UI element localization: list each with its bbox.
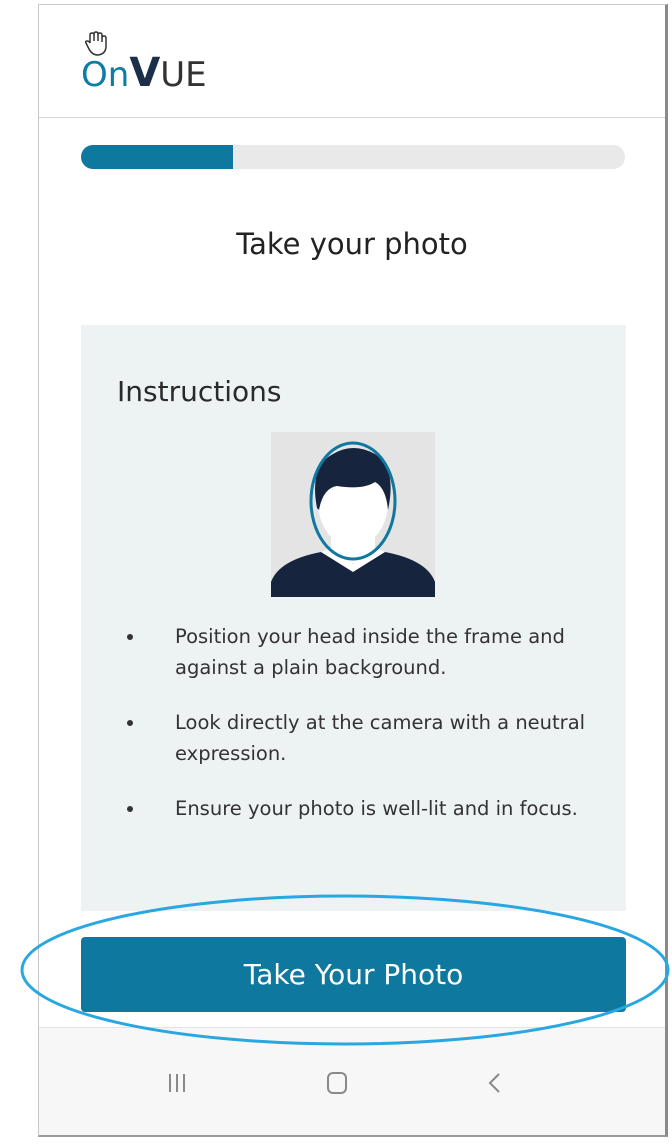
app-header: OnVUE xyxy=(39,5,665,118)
logo-v: V xyxy=(129,50,161,96)
instruction-text: Ensure your photo is well-lit and in foc… xyxy=(175,797,578,820)
page-title: Take your photo xyxy=(236,227,468,261)
recents-icon xyxy=(169,1074,185,1092)
home-icon xyxy=(327,1072,347,1094)
instructions-heading: Instructions xyxy=(117,375,282,408)
list-item: Look directly at the camera with a neutr… xyxy=(117,707,617,769)
avatar-illustration xyxy=(271,432,435,597)
instructions-list: Position your head inside the frame and … xyxy=(117,621,617,848)
take-photo-button[interactable]: Take Your Photo xyxy=(81,937,626,1012)
list-item: Ensure your photo is well-lit and in foc… xyxy=(117,793,617,824)
bullet-icon xyxy=(127,634,133,640)
instructions-panel: Instructions Position your head inside t… xyxy=(81,325,626,911)
back-icon xyxy=(488,1073,500,1093)
phone-screen: OnVUE Take your photo Instructions Posit… xyxy=(38,4,668,1137)
home-button[interactable] xyxy=(317,1068,357,1098)
onvue-logo: OnVUE xyxy=(81,31,221,96)
instruction-text: Look directly at the camera with a neutr… xyxy=(175,711,586,765)
logo-ue: UE xyxy=(160,55,207,95)
list-item: Position your head inside the frame and … xyxy=(117,621,617,683)
back-button[interactable] xyxy=(475,1068,515,1098)
instruction-text: Position your head inside the frame and … xyxy=(175,625,565,679)
logo-on: On xyxy=(81,55,130,95)
bullet-icon xyxy=(127,720,133,726)
progress-bar xyxy=(81,145,625,169)
android-nav-bar xyxy=(39,1027,665,1135)
progress-bar-fill xyxy=(81,145,234,169)
bullet-icon xyxy=(127,806,133,812)
recents-button[interactable] xyxy=(157,1068,197,1098)
